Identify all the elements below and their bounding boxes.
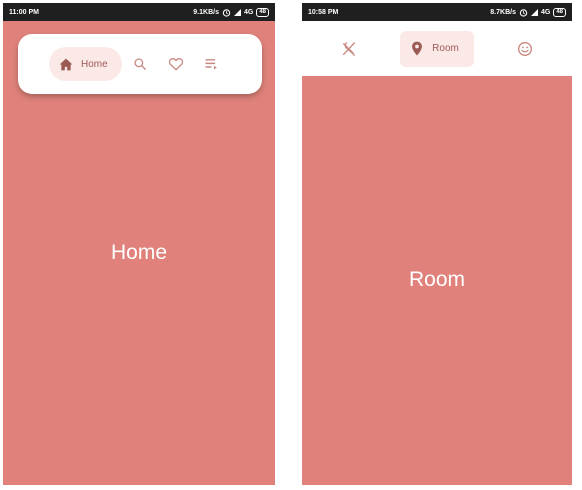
alarm-icon — [519, 8, 528, 17]
nav-item-restaurant[interactable] — [331, 41, 367, 57]
network-speed: 8.7KB/s — [490, 8, 516, 16]
floating-bottom-nav: Home — [18, 34, 262, 94]
home-icon — [59, 58, 73, 70]
nav-item-search[interactable] — [122, 57, 158, 71]
smiley-icon — [518, 41, 533, 56]
room-screen: 10:58 PM 8.7KB/s 4G 48 Room Room — [302, 3, 572, 485]
nav-item-room[interactable]: Room — [400, 30, 474, 67]
location-pin-icon — [412, 41, 423, 56]
battery-indicator: 48 — [256, 7, 269, 17]
status-bar: 11:00 PM 9.1KB/s 4G 48 — [3, 3, 275, 21]
battery-indicator: 48 — [553, 7, 566, 17]
signal-icon — [530, 8, 538, 16]
home-screen: 11:00 PM 9.1KB/s 4G 48 Home Home — [3, 3, 275, 485]
page-title: Home — [110, 241, 168, 264]
status-time: 11:00 PM — [9, 8, 39, 16]
nav-item-room-label: Room — [432, 43, 459, 54]
network-type: 4G — [243, 8, 254, 16]
network-speed: 9.1KB/s — [193, 8, 219, 16]
status-time: 10:58 PM — [308, 8, 339, 16]
search-icon — [134, 58, 146, 70]
playlist-icon — [205, 59, 218, 70]
nav-item-home-label: Home — [81, 58, 108, 70]
nav-item-favorites[interactable] — [158, 57, 194, 71]
nav-item-playlist[interactable] — [194, 58, 230, 70]
restaurant-icon — [342, 41, 355, 56]
top-nav-bar: Room — [302, 21, 572, 76]
network-type: 4G — [540, 8, 551, 16]
alarm-icon — [222, 8, 231, 17]
page-title: Room — [408, 268, 466, 291]
nav-item-mood[interactable] — [507, 41, 543, 57]
status-bar: 10:58 PM 8.7KB/s 4G 48 — [302, 3, 572, 21]
signal-icon — [233, 8, 241, 16]
nav-item-home[interactable]: Home — [49, 47, 122, 81]
heart-icon — [168, 58, 183, 71]
